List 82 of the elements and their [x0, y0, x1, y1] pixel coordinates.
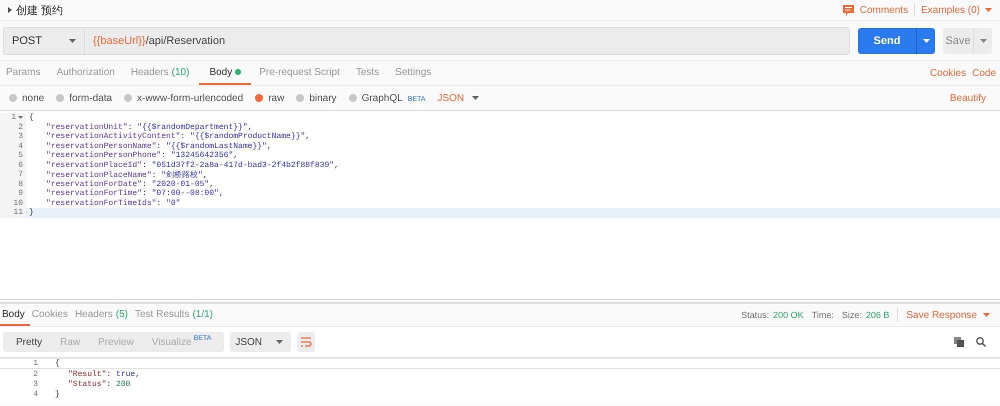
- code-line: }: [28, 208, 34, 218]
- line-number: 3: [18, 132, 23, 142]
- radio-button[interactable]: [124, 94, 132, 102]
- code-line: }: [54, 390, 60, 398]
- code-line: "Result": true,: [67, 370, 140, 378]
- code-line: "reservationPersonPhone": "13245642356",: [45, 151, 238, 160]
- request-tab[interactable]: Tests: [350, 61, 388, 85]
- code-line: "reservationPlaceName": "剑桥路校",: [45, 170, 208, 180]
- response-tab[interactable]: Cookies: [30, 304, 73, 326]
- status-label: Status:: [741, 310, 770, 320]
- radio-button[interactable]: [348, 94, 357, 102]
- save-response-dropdown[interactable]: Save Response: [906, 304, 990, 326]
- status-value: 200 OK: [773, 310, 804, 320]
- body-type-option[interactable]: form-data: [56, 92, 112, 104]
- radio-button[interactable]: [296, 94, 304, 102]
- body-type-option[interactable]: raw: [255, 92, 284, 104]
- line-number: 4: [33, 390, 38, 398]
- comment-icon: [842, 4, 854, 16]
- line-number: 6: [18, 160, 23, 170]
- code-line: "Status": 200: [67, 380, 130, 388]
- request-tab[interactable]: Authorization: [50, 61, 123, 85]
- body-type-option[interactable]: none: [9, 92, 44, 104]
- request-tab[interactable]: Headers (10): [124, 61, 198, 85]
- status-value: 206 B: [866, 310, 890, 320]
- view-mode-tab[interactable]: Raw: [51, 332, 90, 352]
- wrap-lines-icon: [300, 337, 312, 347]
- beautify-link[interactable]: Beautify: [950, 92, 986, 104]
- body-type-option[interactable]: binary: [296, 92, 337, 104]
- request-tab[interactable]: Settings: [389, 61, 440, 85]
- view-mode-tab[interactable]: Preview: [89, 332, 143, 352]
- caret-icon: [922, 39, 930, 43]
- search-icon[interactable]: [976, 337, 986, 347]
- line-number: 9: [18, 189, 23, 198]
- line-number: 3: [33, 380, 38, 388]
- fold-icon[interactable]: [18, 116, 23, 120]
- line-number: 10: [13, 198, 23, 208]
- caret-icon: [980, 39, 986, 43]
- caret-icon: [983, 313, 990, 317]
- header-link[interactable]: Code: [972, 61, 996, 85]
- line-number: 1: [33, 359, 38, 368]
- format-dropdown[interactable]: JSON: [230, 332, 291, 352]
- code-line: "reservationForTime": "07:00--08:00",: [45, 189, 224, 198]
- response-tab[interactable]: Headers (5): [72, 304, 133, 326]
- body-type-option[interactable]: x-www-form-urlencoded: [124, 92, 244, 104]
- wrap-lines-button[interactable]: [297, 332, 315, 352]
- response-tab[interactable]: Test Results (1/1): [132, 304, 218, 326]
- code-line: "reservationActivityContent": "{{$randomProductName}}",: [45, 132, 310, 142]
- request-tab[interactable]: Body: [199, 61, 252, 85]
- line-number: 8: [18, 180, 23, 189]
- code-line: {: [28, 113, 34, 122]
- status-label: Size:: [842, 310, 862, 320]
- request-tab[interactable]: Params: [0, 61, 48, 85]
- status-label: Time:: [812, 310, 834, 320]
- code-line: "reservationUnit": "{{$randomDepartment}}",: [45, 122, 252, 132]
- radio-button[interactable]: [255, 94, 264, 102]
- line-number: 5: [18, 151, 23, 160]
- code-line: "reservationForDate": "2020-01-05",: [45, 180, 214, 189]
- copy-icon[interactable]: [954, 337, 964, 347]
- caret-icon: [472, 96, 480, 100]
- comments-link[interactable]: Comments: [860, 4, 908, 16]
- line-number: 2: [18, 122, 23, 132]
- caret-icon: [276, 340, 283, 344]
- header-link[interactable]: Cookies: [930, 61, 966, 85]
- code-line: "reservationForTimeIds": "0": [45, 198, 180, 208]
- expand-icon[interactable]: [8, 7, 12, 13]
- view-mode-tab[interactable]: Visualize $^{BETA}$: [142, 332, 220, 352]
- examples-dropdown[interactable]: Examples (0): [921, 4, 992, 16]
- code-line: "reservationPlaceId": "051d37f2-2a8a-417d-bad3-2f4b2f88f839",: [45, 160, 339, 170]
- line-number: 1: [11, 113, 16, 122]
- caret-icon: [985, 8, 992, 12]
- request-title: 创建 预约: [16, 4, 64, 18]
- code-line: "reservationPersonName": "{{$randomLastName}}",: [45, 142, 272, 151]
- radio-button[interactable]: [9, 94, 17, 102]
- line-number: 7: [18, 170, 23, 180]
- view-mode-tab[interactable]: Pretty: [7, 332, 52, 352]
- request-tab[interactable]: Pre-request Script: [253, 61, 348, 85]
- line-number: 2: [33, 370, 38, 378]
- format-dropdown[interactable]: JSON: [437, 92, 480, 104]
- line-number: 4: [18, 142, 23, 151]
- code-line: {: [54, 359, 60, 368]
- radio-button[interactable]: [56, 94, 64, 102]
- line-number: 11: [13, 208, 23, 218]
